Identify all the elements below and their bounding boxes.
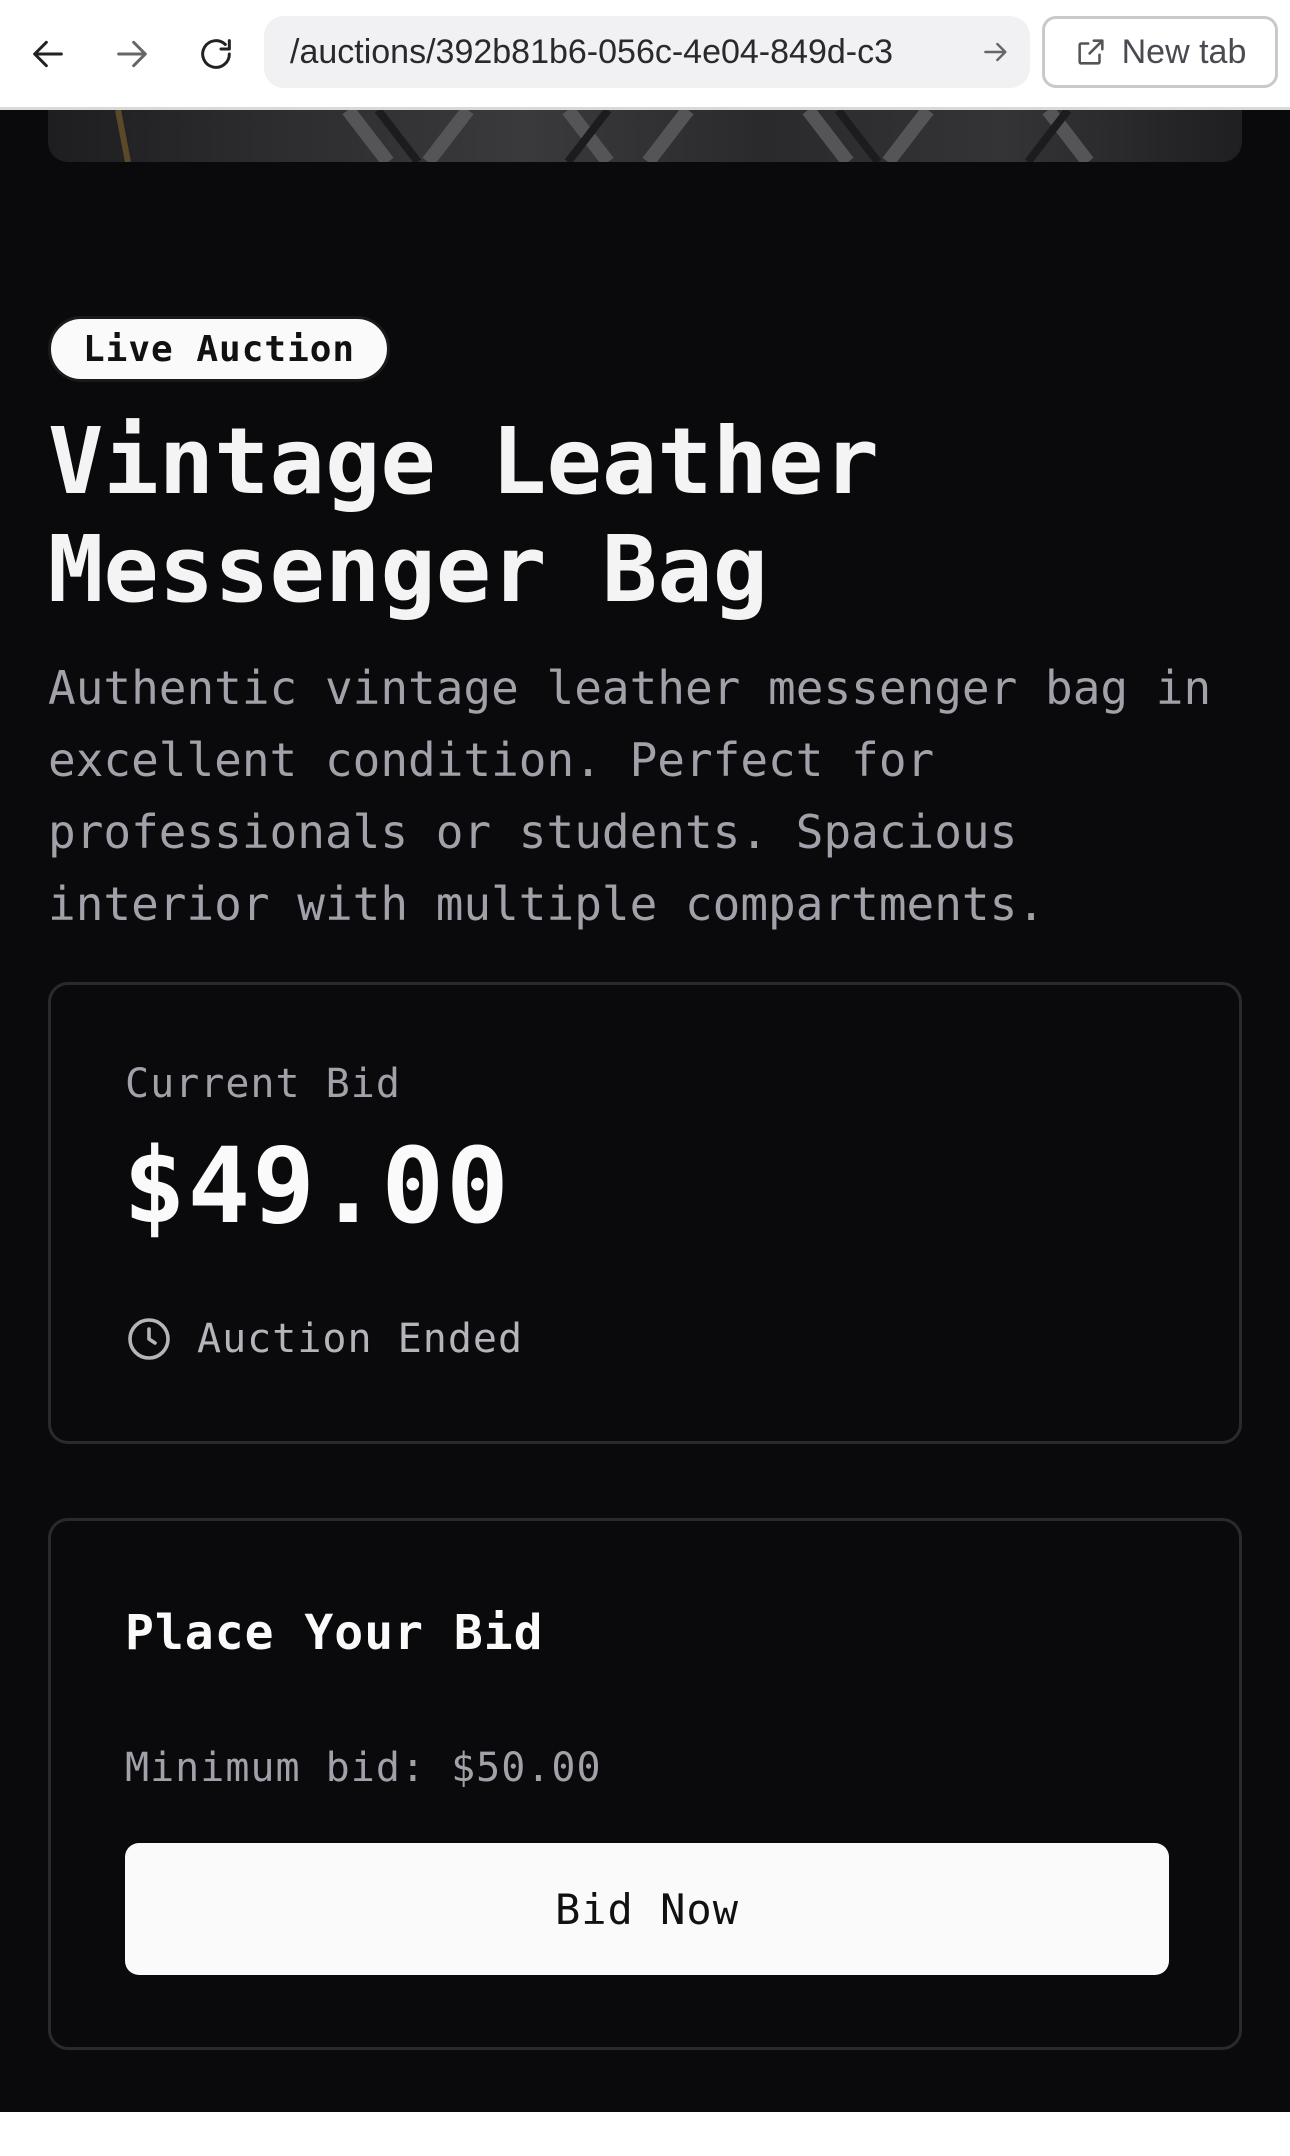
status-badge: Live Auction [48,316,391,382]
current-bid-label: Current Bid [125,1061,401,1107]
minimum-bid-text: Minimum bid: $50.00 [125,1745,602,1791]
page-footer-strip [0,2112,1290,2156]
new-tab-button[interactable]: New tab [1042,16,1278,88]
reload-icon [201,39,231,69]
arrow-left-icon [33,40,63,68]
forward-button[interactable] [100,22,164,86]
external-link-icon [1078,39,1104,65]
address-bar[interactable]: /auctions/392b81b6-056c-4e04-849d-c3 [264,16,1030,88]
bid-now-button[interactable]: Bid Now [125,1843,1169,1975]
go-arrow-icon[interactable] [980,36,1012,68]
item-description: Authentic vintage leather messenger bag … [48,661,1212,931]
back-button[interactable] [16,22,80,86]
arrow-right-icon [117,40,147,68]
page-title: Vintage Leather Messenger Bag [48,408,879,623]
clock-icon [128,1318,170,1360]
product-image [48,110,1242,162]
current-bid-amount: $49.00 [123,1125,511,1247]
new-tab-label: New tab [1121,32,1247,71]
place-bid-card: Place Your Bid Minimum bid: $50.00 Bid N… [48,1518,1242,2050]
browser-toolbar: /auctions/392b81b6-056c-4e04-849d-c3 New… [0,0,1290,110]
auction-status: Auction Ended [125,1315,523,1363]
product-image-graphic [115,110,1094,162]
reload-button[interactable] [184,22,248,86]
url-text: /auctions/392b81b6-056c-4e04-849d-c3 [290,32,894,71]
auction-status-text: Auction Ended [197,1316,524,1362]
place-bid-heading: Place Your Bid [125,1605,544,1661]
current-bid-card: Current Bid $49.00 Auction Ended [48,982,1242,1444]
